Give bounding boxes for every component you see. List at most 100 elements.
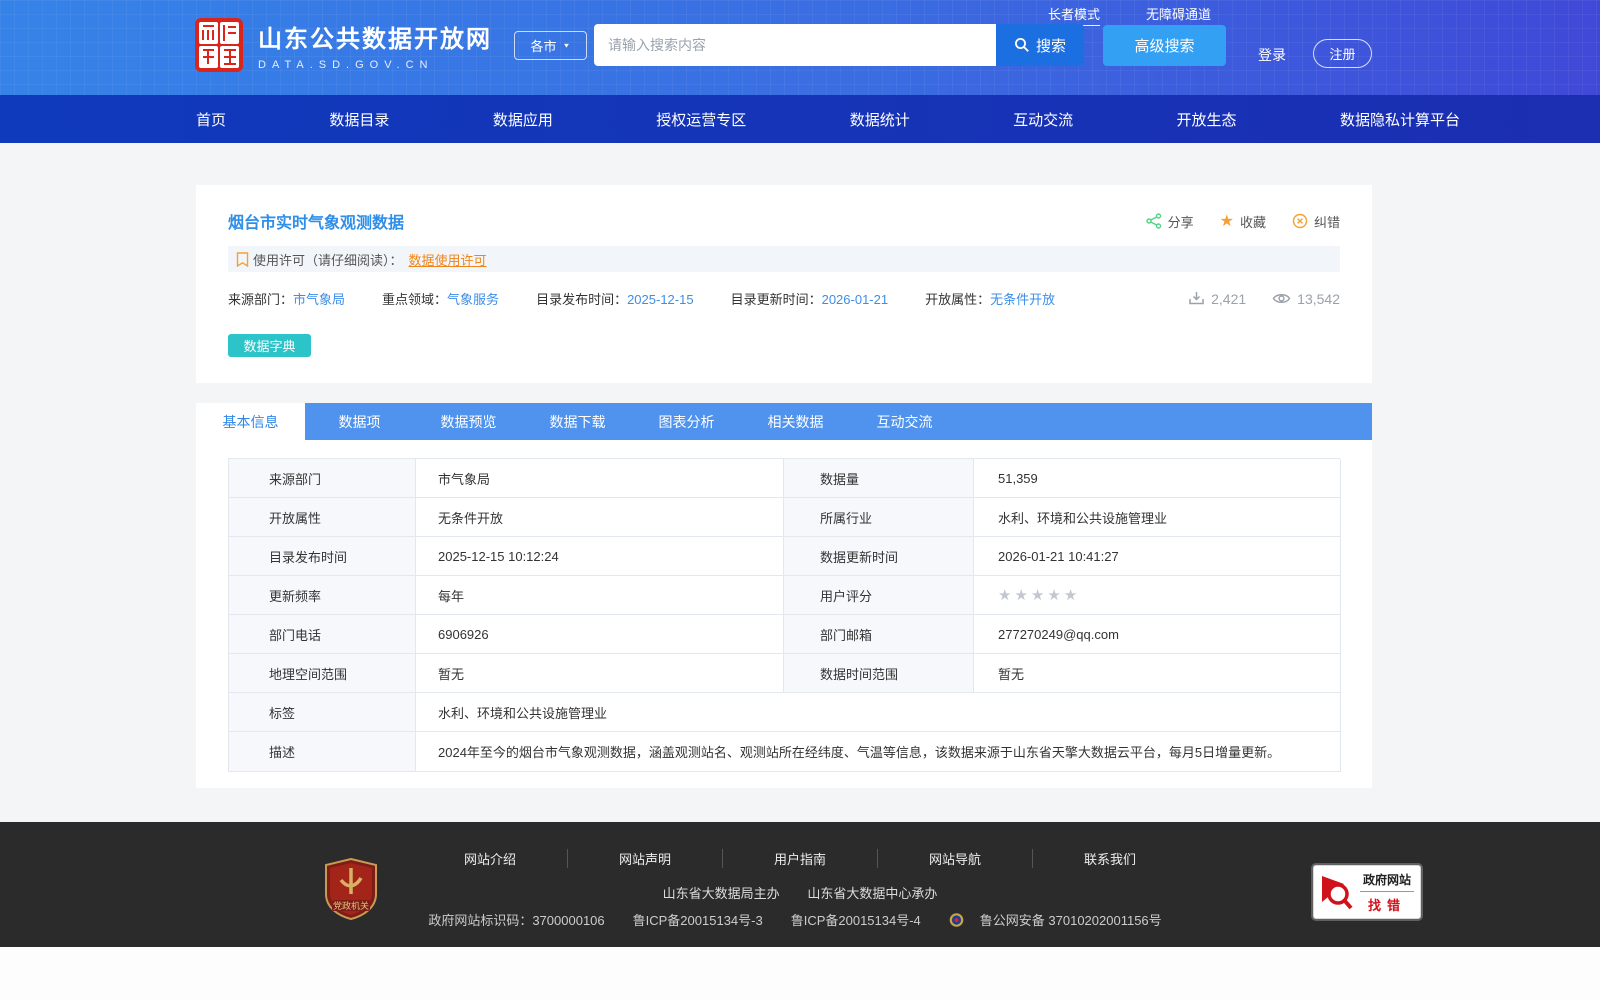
site-domain: DATA.SD.GOV.CN bbox=[258, 59, 434, 71]
meta-publish-date-value: 2025-12-15 bbox=[627, 292, 694, 307]
meta-update-date: 目录更新时间：2026-01-21 bbox=[731, 289, 889, 308]
table-value: 6906926 bbox=[416, 615, 784, 654]
nav-item-authorized-zone[interactable]: 授权运营专区 bbox=[656, 109, 746, 130]
gov-site-find-error-badge[interactable]: 政府网站 找错 bbox=[1313, 865, 1421, 919]
table-value: 水利、环境和公共设施管理业 bbox=[974, 498, 1341, 537]
nav-item-data-statistics[interactable]: 数据统计 bbox=[850, 109, 910, 130]
share-icon bbox=[1145, 213, 1161, 229]
search-input[interactable] bbox=[594, 24, 996, 66]
nav-item-home[interactable]: 首页 bbox=[196, 109, 226, 130]
table-value: 每年 bbox=[416, 576, 784, 615]
footer-link-sitemap[interactable]: 网站导航 bbox=[878, 849, 1034, 868]
dataset-meta-row: 来源部门：市气象局 重点领域：气象服务 目录发布时间：2025-12-15 目录… bbox=[228, 289, 1340, 308]
footer-link-contact[interactable]: 联系我们 bbox=[1033, 849, 1187, 868]
accessibility-link[interactable]: 无障碍通道 bbox=[1146, 4, 1212, 26]
table-label: 标签 bbox=[229, 693, 416, 732]
dataset-title: 烟台市实时气象观测数据 bbox=[228, 215, 405, 232]
table-label: 用户评分 bbox=[784, 576, 974, 615]
meta-update-date-value: 2026-01-21 bbox=[821, 292, 889, 307]
view-count-value: 13,542 bbox=[1297, 290, 1340, 307]
table-value: 暂无 bbox=[416, 654, 784, 693]
report-error-button[interactable]: 纠错 bbox=[1292, 212, 1340, 231]
footer-link-about[interactable]: 网站介绍 bbox=[413, 849, 568, 868]
page-bottom-spacer bbox=[0, 947, 1600, 1000]
table-label: 数据时间范围 bbox=[784, 654, 974, 693]
table-label: 目录发布时间 bbox=[229, 537, 416, 576]
data-dictionary-button[interactable]: 数据字典 bbox=[228, 334, 311, 357]
tab-interaction[interactable]: 互动交流 bbox=[850, 403, 959, 440]
tab-data-items[interactable]: 数据项 bbox=[305, 403, 414, 440]
table-label: 开放属性 bbox=[229, 498, 416, 537]
favorite-button[interactable]: ★ 收藏 bbox=[1220, 211, 1266, 231]
meta-key-domain: 重点领域：气象服务 bbox=[382, 289, 499, 308]
basic-info-card: 来源部门 市气象局 数据量 51,359 开放属性 无条件开放 所属行业 水利、… bbox=[196, 440, 1372, 788]
nav-item-open-ecosystem[interactable]: 开放生态 bbox=[1177, 109, 1237, 130]
elder-mode-link[interactable]: 长者模式 bbox=[1048, 4, 1101, 26]
utility-links: 长者模式 无障碍通道 bbox=[1048, 4, 1212, 26]
share-button[interactable]: 分享 bbox=[1145, 212, 1194, 231]
table-value: 暂无 bbox=[974, 654, 1341, 693]
find-error-magnifier-icon bbox=[1322, 876, 1353, 910]
city-selector-dropdown[interactable]: 各市 ▼ bbox=[514, 31, 587, 60]
site-logo-text: 山东公共数据开放网 DATA.SD.GOV.CN bbox=[258, 19, 492, 71]
login-link[interactable]: 登录 bbox=[1258, 45, 1286, 65]
tab-data-preview[interactable]: 数据预览 bbox=[414, 403, 523, 440]
tab-data-download[interactable]: 数据下载 bbox=[523, 403, 632, 440]
site-logo: 山东公共数据开放网 DATA.SD.GOV.CN bbox=[194, 17, 492, 73]
table-label: 所属行业 bbox=[784, 498, 974, 537]
dataset-counters: 2,421 13,542 bbox=[1188, 290, 1340, 307]
share-label: 分享 bbox=[1167, 214, 1194, 230]
report-error-label: 纠错 bbox=[1313, 214, 1340, 230]
meta-label: 开放属性： bbox=[925, 292, 991, 307]
police-badge-icon bbox=[949, 912, 964, 927]
find-error-divider bbox=[1360, 890, 1414, 892]
search-bar: 搜索 bbox=[594, 24, 1084, 66]
table-value: 277270249@qq.com bbox=[974, 615, 1341, 654]
eye-icon bbox=[1272, 294, 1291, 303]
meta-label: 重点领域： bbox=[382, 292, 448, 307]
find-error-line2: 找错 bbox=[1367, 897, 1406, 913]
table-label: 描述 bbox=[229, 732, 416, 772]
table-value: 2026-01-21 10:41:27 bbox=[974, 537, 1341, 576]
star-icon: ★ bbox=[1014, 587, 1031, 604]
table-value: 无条件开放 bbox=[416, 498, 784, 537]
nav-item-privacy-computing[interactable]: 数据隐私计算平台 bbox=[1340, 109, 1460, 130]
star-icon: ★ bbox=[1047, 587, 1064, 604]
footer-link-user-guide[interactable]: 用户指南 bbox=[723, 849, 878, 868]
view-count: 13,542 bbox=[1272, 291, 1340, 307]
register-button[interactable]: 注册 bbox=[1313, 39, 1372, 68]
nav-item-data-catalog[interactable]: 数据目录 bbox=[329, 109, 389, 130]
nav-item-interaction[interactable]: 互动交流 bbox=[1013, 109, 1073, 130]
footer-organizer: 山东省大数据局主办 bbox=[662, 886, 780, 901]
meta-key-domain-link[interactable]: 气象服务 bbox=[447, 292, 499, 307]
download-icon bbox=[1189, 292, 1204, 305]
table-label: 更新频率 bbox=[229, 576, 416, 615]
rating-stars: ★★★★★ bbox=[998, 586, 1080, 604]
footer-icp-1[interactable]: 鲁ICP备20015134号-3 bbox=[633, 910, 763, 929]
footer-site-id: 政府网站标识码：3700000106 bbox=[428, 913, 605, 928]
dataset-actions: 分享 ★ 收藏 纠错 bbox=[1145, 211, 1340, 231]
site-name: 山东公共数据开放网 bbox=[258, 26, 492, 53]
table-label: 来源部门 bbox=[229, 459, 416, 498]
footer-icp-2[interactable]: 鲁ICP备20015134号-4 bbox=[791, 910, 921, 929]
footer-police-record-text: 鲁公网安备 37010202001156号 bbox=[979, 913, 1162, 928]
footer-link-statement[interactable]: 网站声明 bbox=[568, 849, 723, 868]
meta-open-attribute-link[interactable]: 无条件开放 bbox=[990, 292, 1055, 307]
search-button[interactable]: 搜索 bbox=[996, 24, 1084, 66]
tab-basic-info[interactable]: 基本信息 bbox=[196, 403, 305, 440]
table-value: 市气象局 bbox=[416, 459, 784, 498]
meta-source-dept-link[interactable]: 市气象局 bbox=[293, 292, 345, 307]
tab-related-data[interactable]: 相关数据 bbox=[741, 403, 850, 440]
table-value: 2024年至今的烟台市气象观测数据，涵盖观测站名、观测站所在经纬度、气温等信息，… bbox=[416, 732, 1341, 772]
license-link[interactable]: 数据使用许可 bbox=[409, 250, 487, 269]
find-error-line1: 政府网站 bbox=[1362, 872, 1411, 887]
tab-chart-analysis[interactable]: 图表分析 bbox=[632, 403, 741, 440]
footer-police-record[interactable]: 鲁公网安备 37010202001156号 bbox=[949, 910, 1172, 929]
advanced-search-button[interactable]: 高级搜索 bbox=[1103, 25, 1226, 66]
favorite-label: 收藏 bbox=[1239, 214, 1266, 230]
search-icon bbox=[1014, 38, 1029, 52]
dataset-header-card: 烟台市实时气象观测数据 分享 ★ 收藏 纠错 使用许可（请仔细阅读）： 数据使用… bbox=[196, 185, 1372, 383]
basic-info-table: 来源部门 市气象局 数据量 51,359 开放属性 无条件开放 所属行业 水利、… bbox=[228, 458, 1341, 772]
user-rating: ★★★★★ bbox=[974, 576, 1341, 615]
nav-item-data-apps[interactable]: 数据应用 bbox=[493, 109, 553, 130]
